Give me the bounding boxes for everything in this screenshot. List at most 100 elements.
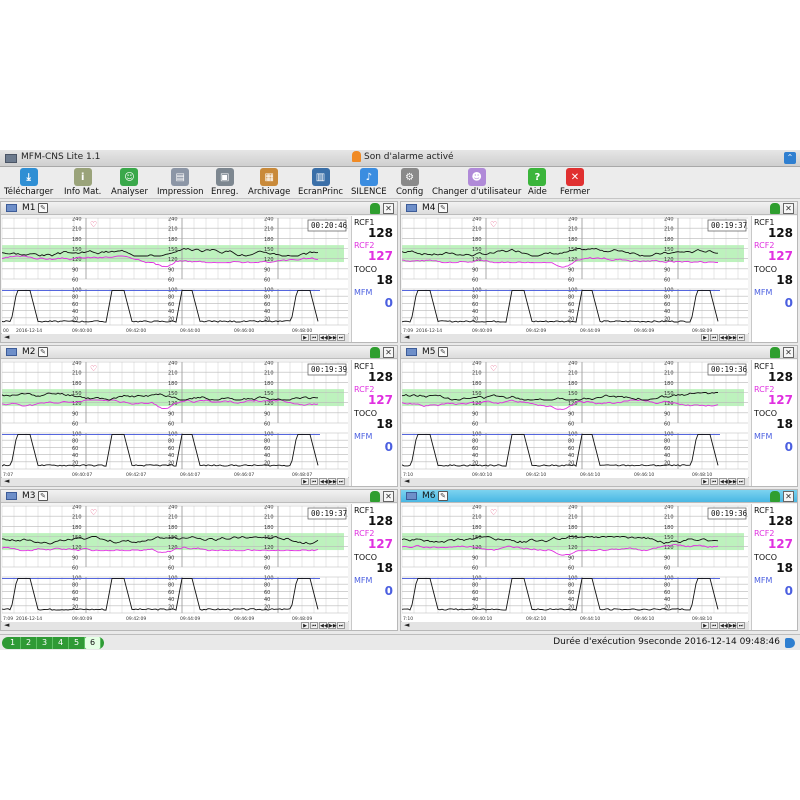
edit-pencil-icon[interactable]: ✎ <box>38 203 48 213</box>
printer-icon: ▤ <box>171 168 190 186</box>
edit-pencil-icon[interactable]: ✎ <box>438 347 448 357</box>
edit-pencil-icon[interactable]: ✎ <box>438 491 448 501</box>
close-panel-button[interactable]: ✕ <box>783 491 794 502</box>
scroll-left-button[interactable]: ◄ <box>404 621 409 629</box>
enreg-button[interactable]: ▣ Enreg. <box>211 168 238 198</box>
config-button[interactable]: ⚙ Config <box>396 168 423 198</box>
play-button[interactable]: ▶ <box>701 622 709 629</box>
next-page-button[interactable]: ▶▶ <box>728 334 737 341</box>
bed-tab-4[interactable]: 4 <box>53 637 69 649</box>
impression-button[interactable]: ▤ Impression <box>157 168 204 198</box>
next-page-button[interactable]: ▶▶ <box>328 622 337 629</box>
silence-button[interactable]: ♪ SILENCE <box>351 168 387 198</box>
fhr-axis-tick: 210 <box>568 515 578 521</box>
play-button[interactable]: ▶ <box>701 334 709 341</box>
telecharger-button[interactable]: ⤓ Télécharger <box>4 168 53 198</box>
archivage-button[interactable]: ▦ Archivage <box>248 168 290 198</box>
close-panel-button[interactable]: ✕ <box>383 203 394 214</box>
scroll-left-button[interactable]: ◄ <box>404 333 409 341</box>
alarm-bell-icon <box>352 151 361 162</box>
play-button[interactable]: ▶ <box>701 478 709 485</box>
info-mat-button[interactable]: i Info Mat. <box>64 168 101 198</box>
aide-button[interactable]: ? Aide <box>528 168 547 198</box>
alarm-bell-icon[interactable] <box>770 347 780 358</box>
close-panel-button[interactable]: ✕ <box>383 491 394 502</box>
play-button[interactable]: ▶ <box>301 478 309 485</box>
last-page-button[interactable]: ⏭ <box>337 334 345 341</box>
first-page-button[interactable]: ⏮ <box>710 334 718 341</box>
alarm-bell-icon[interactable] <box>770 491 780 502</box>
ecranprinc-button[interactable]: ▥ EcranPrinc <box>298 168 343 198</box>
close-panel-button[interactable]: ✕ <box>783 347 794 358</box>
changer-utilisateur-button[interactable]: ☻ Changer d'utilisateur <box>432 168 521 198</box>
alarm-bell-icon[interactable] <box>370 491 380 502</box>
bed-tab-1[interactable]: 1 <box>5 637 21 649</box>
bed-tab-3[interactable]: 3 <box>37 637 53 649</box>
fhr-axis-tick: 60 <box>472 278 478 284</box>
last-page-button[interactable]: ⏭ <box>737 334 745 341</box>
elapsed-timer: 00:19:37 <box>311 509 347 518</box>
first-page-button[interactable]: ⏮ <box>310 622 318 629</box>
patient-info-icon: i <box>73 168 92 186</box>
fhr-axis-tick: 150 <box>664 247 674 253</box>
prev-page-button[interactable]: ◀◀ <box>319 622 328 629</box>
edit-pencil-icon[interactable]: ✎ <box>38 491 48 501</box>
prev-page-button[interactable]: ◀◀ <box>719 622 728 629</box>
alarm-bell-icon[interactable] <box>770 203 780 214</box>
prev-page-button[interactable]: ◀◀ <box>319 334 328 341</box>
first-page-button[interactable]: ⏮ <box>710 622 718 629</box>
monitor-panel-m6[interactable]: M6 ✎ ✕ RCF1 128 RCF2 127 TOCO 18 MFM 0 ◄… <box>400 489 798 631</box>
panel-header: M5 ✎ ✕ <box>401 346 797 359</box>
trace-date: 2016-12-14 <box>16 616 42 622</box>
scroll-left-button[interactable]: ◄ <box>4 333 9 341</box>
prev-page-button[interactable]: ◀◀ <box>319 478 328 485</box>
close-panel-button[interactable]: ✕ <box>783 203 794 214</box>
prev-page-button[interactable]: ◀◀ <box>719 478 728 485</box>
monitor-panel-m5[interactable]: M5 ✎ ✕ RCF1 128 RCF2 127 TOCO 18 MFM 0 ◄… <box>400 345 798 487</box>
next-page-button[interactable]: ▶▶ <box>728 622 737 629</box>
speaker-icon[interactable] <box>785 638 795 648</box>
scroll-left-button[interactable]: ◄ <box>4 477 9 485</box>
monitor-panel-m4[interactable]: M4 ✎ ✕ RCF1 128 RCF2 127 TOCO 18 MFM 0 ◄… <box>400 201 798 343</box>
ctg-trace-chart: 2402101801501209060100806040202402101801… <box>402 505 748 622</box>
bed-tab-6[interactable]: 6 <box>85 637 101 649</box>
first-page-button[interactable]: ⏮ <box>710 478 718 485</box>
prev-page-button[interactable]: ◀◀ <box>719 334 728 341</box>
edit-pencil-icon[interactable]: ✎ <box>438 203 448 213</box>
next-page-button[interactable]: ▶▶ <box>328 478 337 485</box>
monitor-panel-m3[interactable]: M3 ✎ ✕ RCF1 128 RCF2 127 TOCO 18 MFM 0 ◄… <box>0 489 398 631</box>
monitor-panel-m2[interactable]: M2 ✎ ✕ RCF1 128 RCF2 127 TOCO 18 MFM 0 ◄… <box>0 345 398 487</box>
toco-axis-tick: 60 <box>264 590 270 596</box>
last-page-button[interactable]: ⏭ <box>737 622 745 629</box>
edit-pencil-icon[interactable]: ✎ <box>38 347 48 357</box>
app-window: MFM-CNS Lite 1.1 Son d'alarme activé ⌃ ⤓… <box>0 150 800 650</box>
last-page-button[interactable]: ⏭ <box>337 622 345 629</box>
alarm-bell-icon[interactable] <box>370 347 380 358</box>
rcf2-value: 127 <box>367 393 393 407</box>
monitor-panel-m1[interactable]: M1 ✎ ✕ RCF1 128 RCF2 127 TOCO 18 MFM 0 ◄… <box>0 201 398 343</box>
close-circle-icon: ✕ <box>566 168 584 186</box>
first-page-button[interactable]: ⏮ <box>310 334 318 341</box>
silence-label: SILENCE <box>351 187 387 197</box>
scroll-left-button[interactable]: ◄ <box>4 621 9 629</box>
fhr-axis-tick: 120 <box>264 401 274 407</box>
play-button[interactable]: ▶ <box>301 334 309 341</box>
next-page-button[interactable]: ▶▶ <box>328 334 337 341</box>
close-panel-button[interactable]: ✕ <box>383 347 394 358</box>
mfm-value: 0 <box>784 296 793 310</box>
alarm-bell-icon[interactable] <box>370 203 380 214</box>
fermer-button[interactable]: ✕ Fermer <box>560 168 590 198</box>
toco-label: TOCO <box>754 553 778 562</box>
scroll-left-button[interactable]: ◄ <box>404 477 409 485</box>
bed-tab-5[interactable]: 5 <box>69 637 85 649</box>
play-button[interactable]: ▶ <box>301 622 309 629</box>
toco-axis-tick: 40 <box>168 309 174 315</box>
analyser-button[interactable]: ☺ Analyser <box>111 168 148 198</box>
first-page-button[interactable]: ⏮ <box>310 478 318 485</box>
last-page-button[interactable]: ⏭ <box>337 478 345 485</box>
last-page-button[interactable]: ⏭ <box>737 478 745 485</box>
bed-tab-2[interactable]: 2 <box>21 637 37 649</box>
next-page-button[interactable]: ▶▶ <box>728 478 737 485</box>
collapse-button[interactable]: ⌃ <box>784 152 796 164</box>
pager-buttons: ▶ ⏮ ◀◀ ▶▶ ⏭ <box>701 334 745 341</box>
